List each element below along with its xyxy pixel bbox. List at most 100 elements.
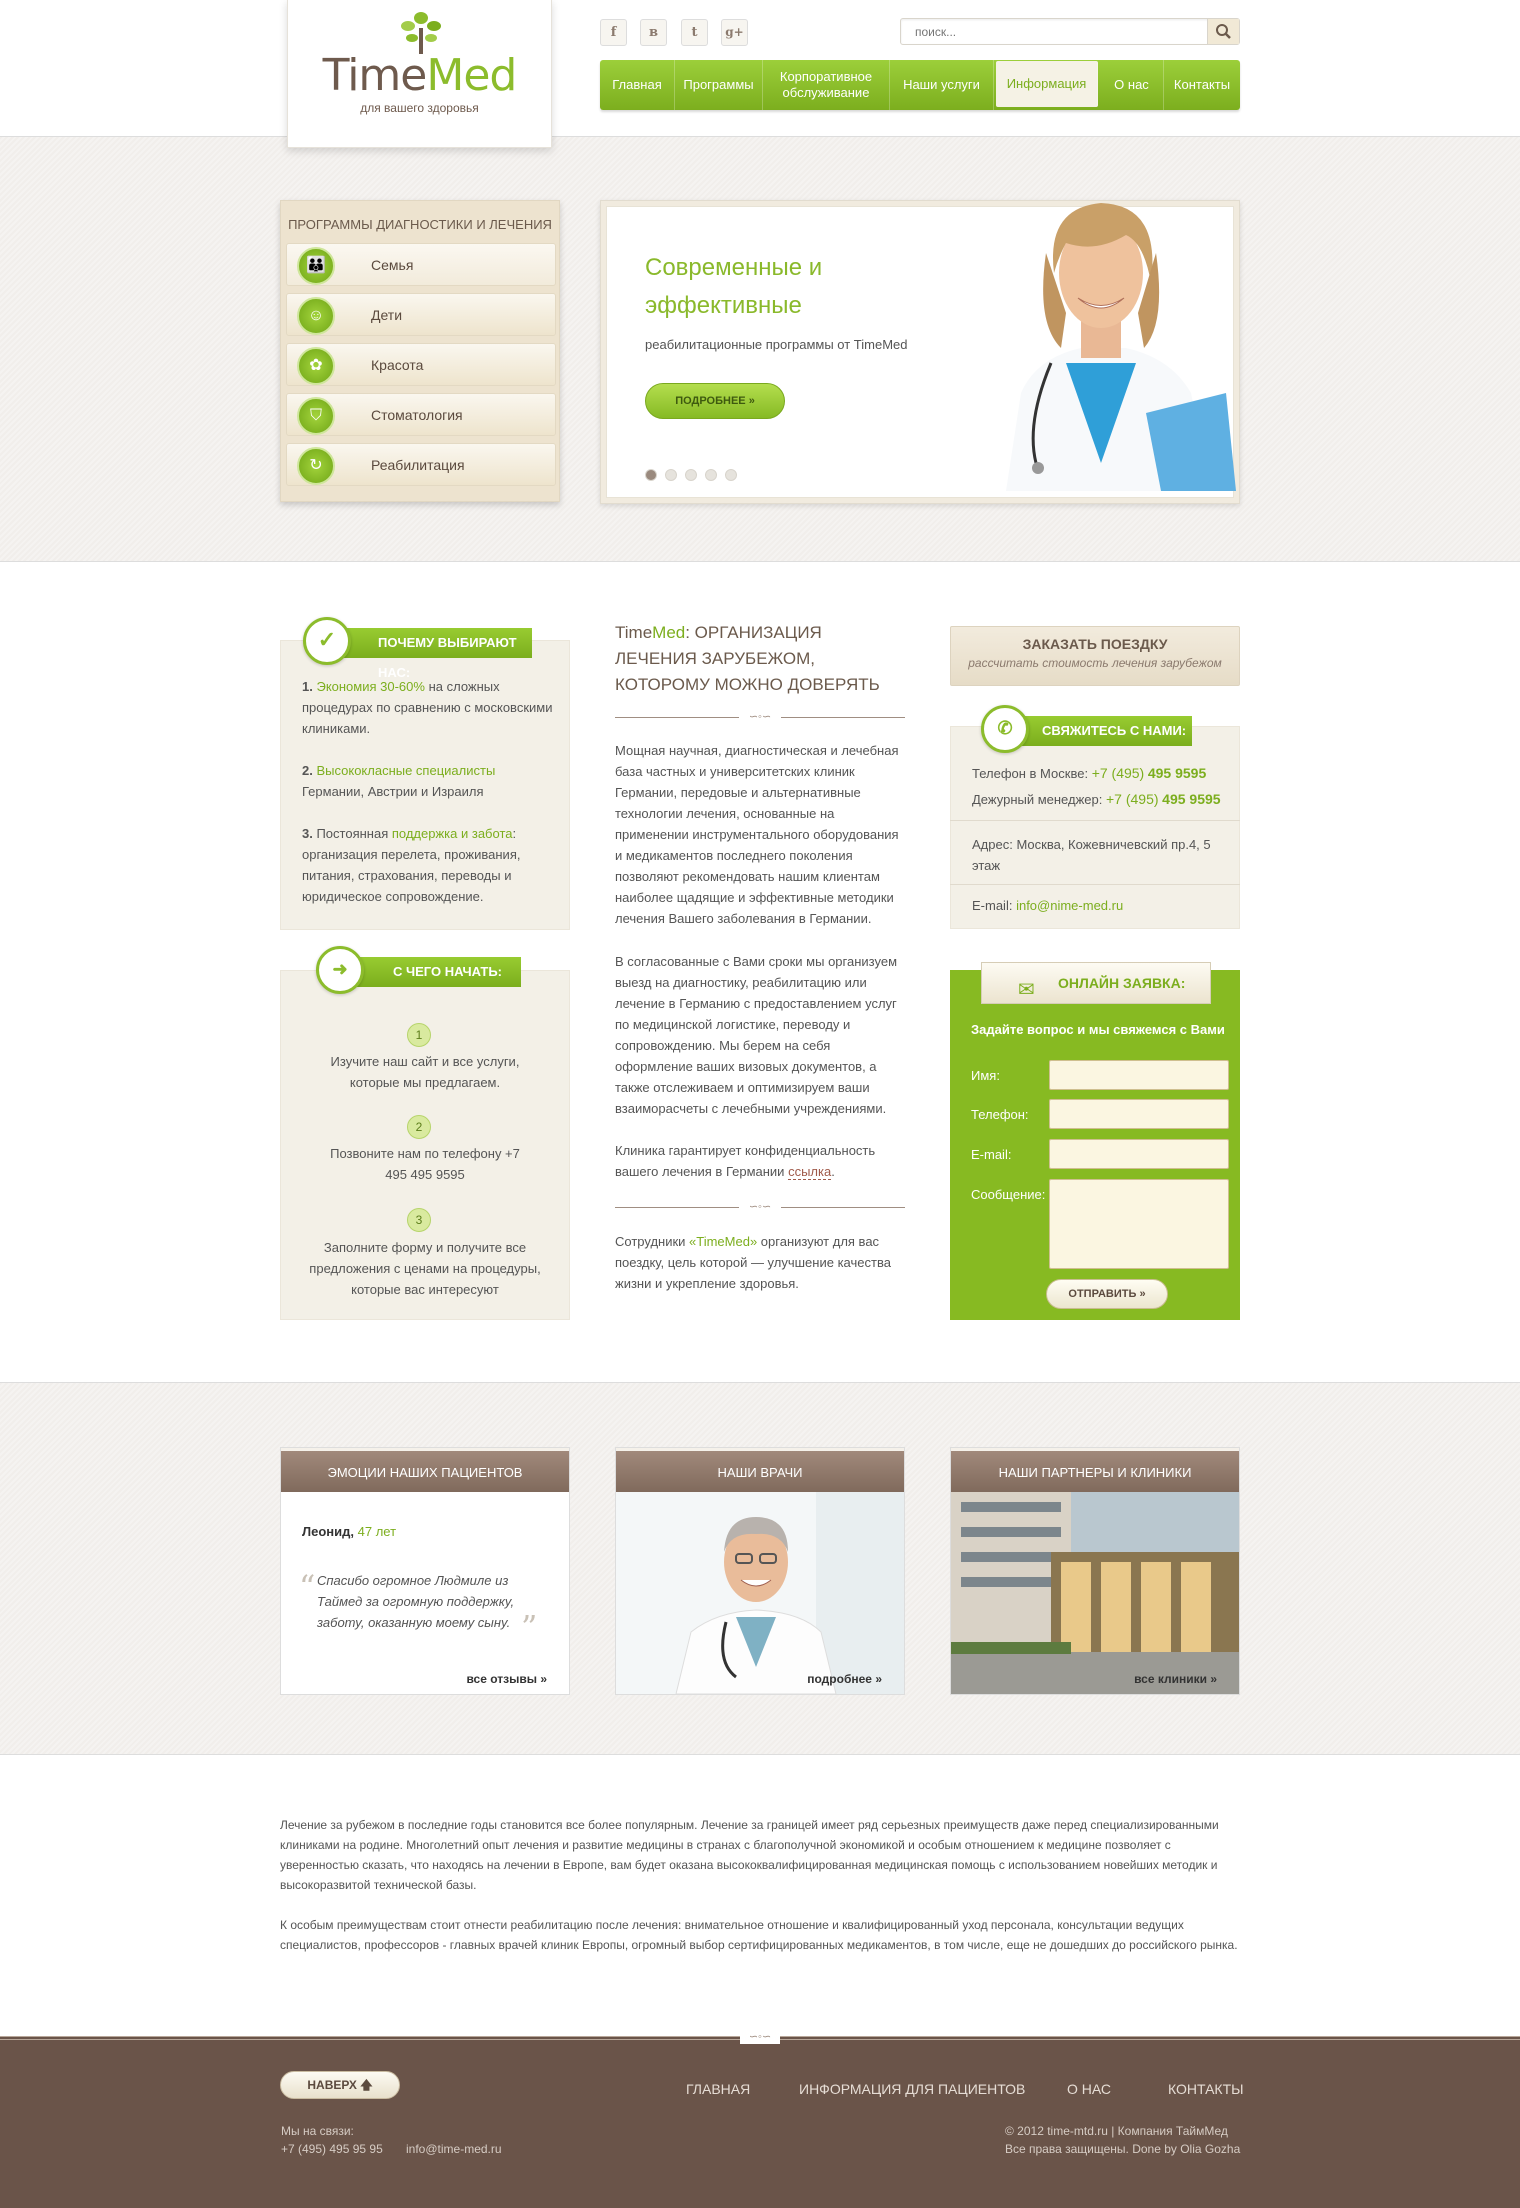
- program-label: Дети: [371, 307, 403, 323]
- slider-dot-5[interactable]: [725, 469, 737, 481]
- step-3-text: Заполните форму и получите все предложен…: [309, 1240, 541, 1297]
- nav-item-home[interactable]: Главная: [600, 60, 675, 110]
- program-item-rehab[interactable]: ↻ Реабилитация: [286, 443, 556, 486]
- footer-phone: +7 (495) 495 95 95: [281, 2142, 383, 2156]
- search-box: [900, 18, 1240, 45]
- slider-dot-1[interactable]: [645, 469, 657, 481]
- slide-heading: Современные и эффективные: [645, 254, 823, 319]
- phone-field[interactable]: [1049, 1099, 1229, 1129]
- nav-item-programs[interactable]: Программы: [675, 60, 763, 110]
- logo[interactable]: TimeMed для вашего здоровья: [287, 0, 552, 148]
- testimonial-quote: Спасибо огромное Людмиле из Таймед за ог…: [317, 1573, 515, 1630]
- logo-tagline: для вашего здоровья: [360, 101, 479, 115]
- logo-text: TimeMed: [322, 50, 518, 101]
- why-point-2: 2. Высококласные специалисты Германии, А…: [302, 763, 496, 799]
- twitter-icon[interactable]: t: [681, 19, 708, 46]
- form-badge: ОНЛАЙН ЗАЯВКА:: [981, 962, 1211, 1004]
- seo-text-1: Лечение за рубежом в последние годы стан…: [280, 1818, 1219, 1892]
- contacts-badge: СВЯЖИТЕСЬ С НАМИ:: [1010, 716, 1192, 746]
- footer-nav-contacts[interactable]: КОНТАКТЫ: [1168, 2081, 1244, 2097]
- main-article: TimeMed: ОРГАНИЗАЦИЯ ЛЕЧЕНИЯ ЗАРУБЕЖОМ, …: [615, 620, 905, 698]
- step-number: 1: [407, 1023, 431, 1047]
- email-field[interactable]: [1049, 1139, 1229, 1169]
- program-label: Семья: [371, 257, 414, 273]
- card-header: НАШИ ВРАЧИ: [616, 1448, 904, 1492]
- check-icon: ✓: [303, 617, 351, 665]
- order-title: ЗАКАЗАТЬ ПОЕЗДКУ: [1022, 636, 1168, 652]
- footer-nav-home[interactable]: ГЛАВНАЯ: [686, 2081, 750, 2097]
- footer-email[interactable]: info@time-med.ru: [406, 2140, 502, 2159]
- email-label: E-mail:: [971, 1147, 1012, 1162]
- article-p2: В согласованные с Вами сроки мы организу…: [615, 954, 898, 1116]
- phone-line: Телефон в Москве: +7 (495) 495 9595: [972, 765, 1207, 781]
- search-button[interactable]: [1207, 19, 1239, 44]
- why-us-badge: ПОЧЕМУ ВЫБИРАЮТ НАС:: [330, 628, 532, 680]
- step-number: 3: [407, 1208, 431, 1232]
- slider-dot-3[interactable]: [685, 469, 697, 481]
- article-p3: Клиника гарантирует конфиденциальность в…: [615, 1143, 876, 1180]
- submit-button[interactable]: ОТПРАВИТЬ »: [1046, 1279, 1168, 1309]
- google-plus-icon[interactable]: g+: [721, 19, 748, 46]
- nav-item-contacts[interactable]: Контакты: [1164, 60, 1240, 110]
- testimonials-card: ЭМОЦИИ НАШИХ ПАЦИЕНТОВ Леонид, 47 лет “ …: [280, 1447, 570, 1695]
- all-clinics-link[interactable]: все клиники »: [1134, 1672, 1217, 1686]
- divider: [950, 820, 1240, 821]
- arrow-up-icon: 🡅: [360, 2078, 373, 2092]
- facebook-icon[interactable]: f: [600, 19, 627, 46]
- order-subtitle: рассчитать стоимость лечения зарубежом: [968, 656, 1222, 670]
- ornament-divider: ∽◦∽: [615, 1202, 905, 1214]
- program-item-beauty[interactable]: ✿ Красота: [286, 343, 556, 386]
- testimonial-author: Леонид, 47 лет: [302, 1524, 397, 1539]
- clinic-photo: [951, 1492, 1239, 1694]
- name-field[interactable]: [1049, 1060, 1229, 1090]
- phone-icon: ✆: [981, 705, 1029, 753]
- email-line: E-mail: info@nime-med.ru: [972, 898, 1124, 913]
- footer-rights: Все права защищены. Done by Olia Gozha: [1005, 2142, 1241, 2156]
- message-label: Сообщение:: [971, 1187, 1046, 1202]
- nav-item-about[interactable]: О нас: [1100, 60, 1164, 110]
- quote-close-icon: ”: [521, 1608, 538, 1646]
- search-input[interactable]: [901, 19, 1201, 44]
- more-button[interactable]: ПОДРОБНЕЕ »: [645, 383, 785, 419]
- nav-item-information[interactable]: Информация: [996, 61, 1098, 107]
- footer-ornament-icon: ∽◦∽: [740, 2030, 780, 2044]
- order-trip-button[interactable]: ЗАКАЗАТЬ ПОЕЗДКУ рассчитать стоимость ле…: [950, 626, 1240, 686]
- more-doctors-link[interactable]: подробнее »: [807, 1672, 882, 1686]
- footer-copyright: © 2012 time-mtd.ru | Компания ТаймМед: [1005, 2124, 1228, 2138]
- programs-title: ПРОГРАММЫ ДИАГНОСТИКИ И ЛЕЧЕНИЯ: [288, 217, 552, 232]
- online-request-form: ОНЛАЙН ЗАЯВКА: ✉ Задайте вопрос и мы свя…: [950, 962, 1240, 1320]
- article-p4: Сотрудники «TimeMed» организуют для вас …: [615, 1234, 891, 1291]
- message-field[interactable]: [1049, 1179, 1229, 1269]
- program-item-family[interactable]: 👪 Семья: [286, 243, 556, 286]
- footer-contact-label: Мы на связи:: [281, 2124, 354, 2138]
- nav-item-services[interactable]: Наши услуги: [890, 60, 994, 110]
- program-item-children[interactable]: ☺ Дети: [286, 293, 556, 336]
- phone-label: Телефон:: [971, 1107, 1029, 1122]
- main-nav: Главная Программы Корпоративное обслужив…: [600, 60, 1240, 110]
- how-to-start-badge: С ЧЕГО НАЧАТЬ:: [345, 957, 521, 987]
- program-label: Стоматология: [371, 407, 463, 423]
- form-prompt: Задайте вопрос и мы свяжемся с Вами: [971, 1022, 1225, 1037]
- step-2-text: Позвоните нам по телефону +7 495 495 959…: [330, 1146, 520, 1182]
- all-reviews-link[interactable]: все отзывы »: [466, 1672, 547, 1686]
- family-icon: 👪: [297, 247, 335, 285]
- manager-line: Дежурный менеджер: +7 (495) 495 9595: [972, 791, 1221, 807]
- card-header: НАШИ ПАРТНЕРЫ И КЛИНИКИ: [951, 1448, 1239, 1492]
- slider-dot-2[interactable]: [665, 469, 677, 481]
- back-to-top-button[interactable]: НАВЕРХ 🡅: [280, 2071, 400, 2099]
- email-link[interactable]: info@nime-med.ru: [1016, 898, 1123, 913]
- footer-nav-info[interactable]: ИНФОРМАЦИЯ ДЛЯ ПАЦИЕНТОВ: [799, 2081, 1025, 2097]
- program-label: Красота: [371, 357, 424, 373]
- article-link[interactable]: ссылка: [788, 1164, 832, 1180]
- program-item-dentistry[interactable]: ⛉ Стоматология: [286, 393, 556, 436]
- arrow-right-icon: ➜: [316, 946, 364, 994]
- slider-dot-4[interactable]: [705, 469, 717, 481]
- vk-icon[interactable]: в: [640, 19, 667, 46]
- footer-nav-about[interactable]: О НАС: [1067, 2081, 1111, 2097]
- partners-card: НАШИ ПАРТНЕРЫ И КЛИНИКИ все клиники »: [950, 1447, 1240, 1695]
- children-icon: ☺: [297, 297, 335, 335]
- step-1-text: Изучите наш сайт и все услуги, которые м…: [330, 1054, 520, 1090]
- nav-item-corporate[interactable]: Корпоративное обслуживание: [763, 60, 890, 110]
- step-number: 2: [407, 1115, 431, 1139]
- tooth-icon: ⛉: [297, 397, 335, 435]
